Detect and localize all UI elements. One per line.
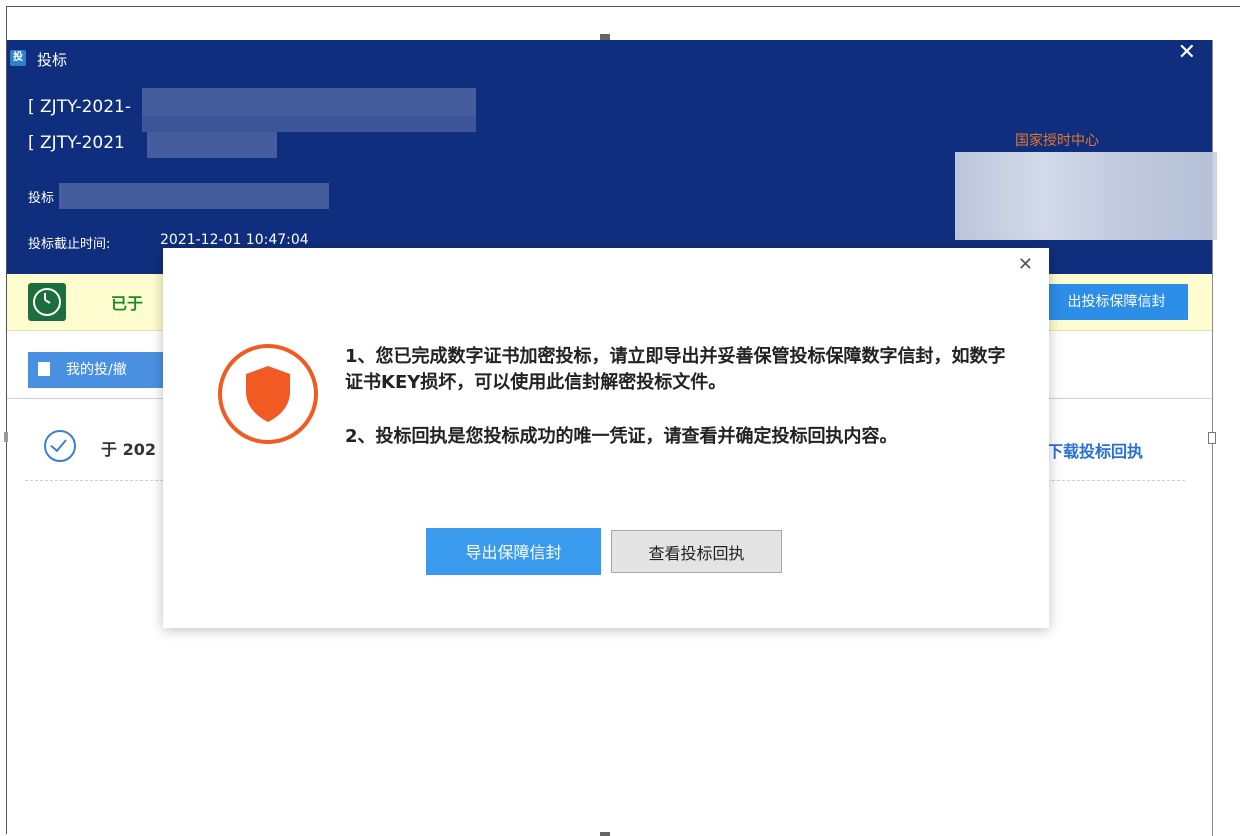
- national-time-center-label: 国家授时中心: [1015, 133, 1099, 149]
- view-receipt-button[interactable]: 查看投标回执: [611, 530, 782, 573]
- redacted-block: [147, 132, 277, 158]
- export-envelope-button[interactable]: 出投标保障信封: [1045, 284, 1188, 320]
- resize-handle-top[interactable]: [600, 34, 610, 40]
- resize-handle-left[interactable]: [4, 432, 8, 442]
- deadline-value: 2021-12-01 10:47:04: [160, 232, 309, 248]
- project-code-2: [ ZJTY-2021: [28, 133, 125, 153]
- redacted-block: [59, 183, 329, 209]
- export-envelope-dialog-button[interactable]: 导出保障信封: [426, 528, 601, 575]
- title-bar[interactable]: 投 投标 ✕: [7, 40, 1212, 78]
- resize-handle-bottom[interactable]: [600, 832, 610, 836]
- dialog-close-icon[interactable]: ✕: [1018, 254, 1033, 275]
- dialog-message-2: 2、投标回执是您投标成功的唯一凭证，请查看并确定投标回执内容。: [345, 426, 898, 447]
- redacted-block: [142, 116, 476, 132]
- confirmation-dialog: ✕ 1、您已完成数字证书加密投标，请立即导出并妥善保管投标保障数字信封，如数字证…: [163, 248, 1049, 628]
- bid-label: 投标: [28, 191, 55, 206]
- clock-icon: [28, 283, 66, 321]
- window-header: 投 投标 ✕ [ ZJTY-2021- [ ZJTY-2021 投标 投标截止时…: [7, 40, 1217, 274]
- download-receipt-link[interactable]: 下载投标回执: [1047, 438, 1143, 462]
- redacted-block: [142, 88, 476, 116]
- dialog-message-1: 1、您已完成数字证书加密投标，请立即导出并妥善保管投标保障数字信封，如数字证书K…: [345, 346, 1006, 393]
- status-text: 已于: [111, 294, 144, 313]
- book-icon: [38, 362, 50, 376]
- tab-my-bids[interactable]: 我的投/撤: [28, 352, 178, 388]
- record-text: 于 202: [101, 440, 156, 459]
- redacted-timestamp-image: [955, 152, 1217, 240]
- project-code-1: [ ZJTY-2021-: [28, 97, 131, 117]
- resize-handle-right[interactable]: [1208, 432, 1216, 444]
- check-circle-icon: [44, 430, 76, 462]
- app-icon: 投: [10, 50, 26, 66]
- window-title: 投标: [37, 51, 68, 69]
- tab-my-bids-label: 我的投/撤: [66, 362, 127, 378]
- window-close-icon[interactable]: ✕: [1178, 40, 1196, 65]
- deadline-label: 投标截止时间:: [28, 237, 111, 252]
- shield-icon: [218, 344, 318, 444]
